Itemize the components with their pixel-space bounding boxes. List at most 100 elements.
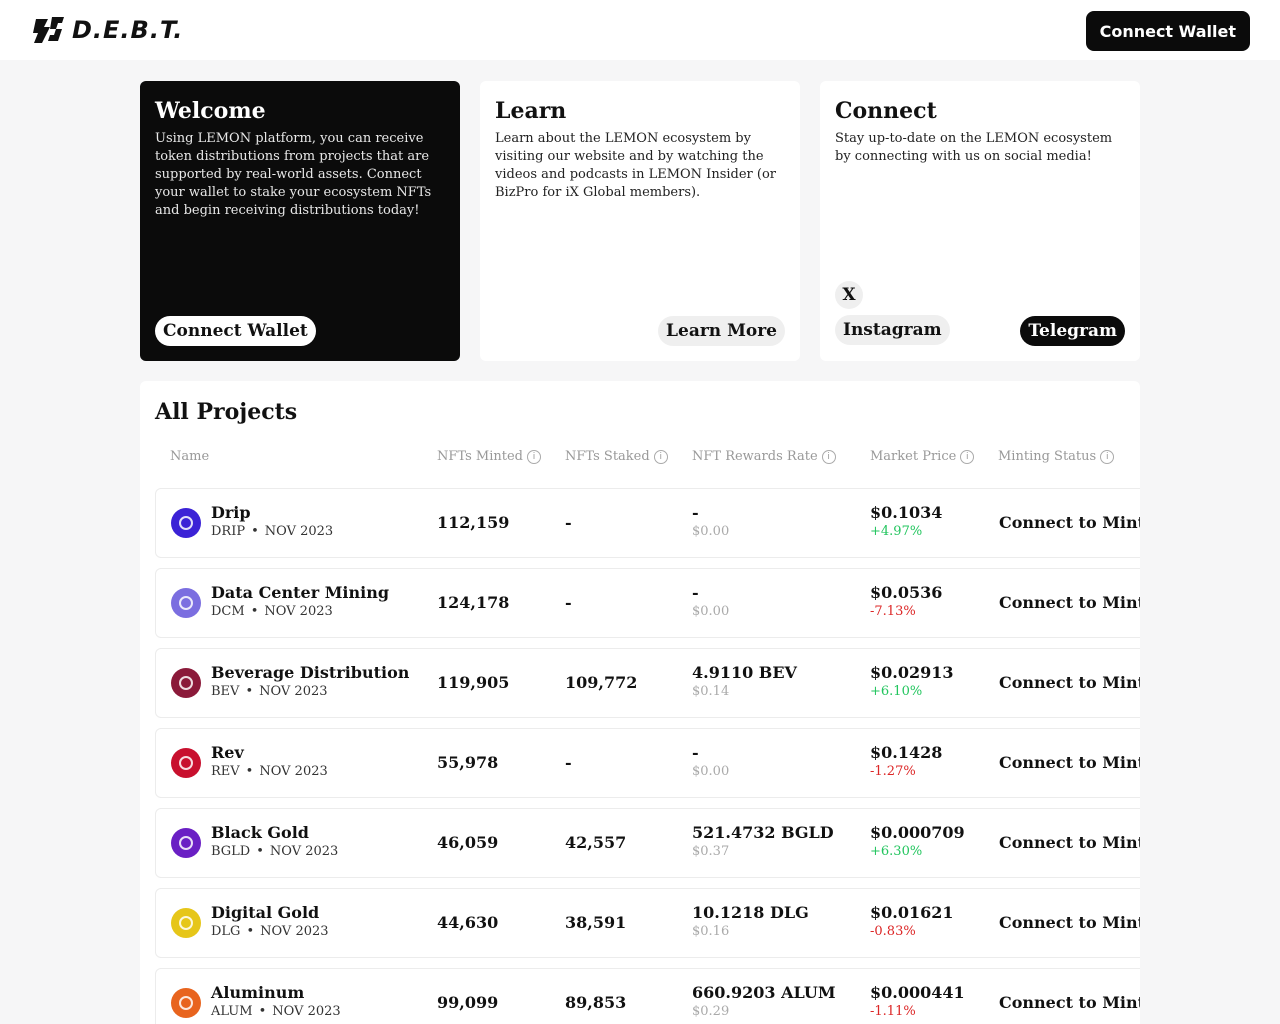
table-row[interactable]: Digital Gold DLG • NOV 2023 44,630 38,591 10.1…	[155, 888, 1140, 958]
project-symbol: DCM	[211, 604, 245, 619]
coin-ring-icon	[179, 836, 193, 850]
meta-separator: •	[245, 764, 254, 779]
table-row[interactable]: Beverage Distribution BEV • NOV 2023 119,905…	[155, 648, 1140, 718]
market-price-value: $0.0536	[870, 583, 943, 602]
top-bar: D.E.B.T. Connect Wallet	[0, 0, 1280, 60]
meta-separator: •	[258, 1004, 267, 1019]
info-icon[interactable]: i	[653, 449, 668, 464]
telegram-button[interactable]: Telegram	[1020, 316, 1125, 346]
project-date: NOV 2023	[260, 924, 329, 939]
info-icon[interactable]: i	[960, 449, 975, 464]
project-name: Black Gold	[211, 823, 309, 842]
project-meta: ALUM • NOV 2023	[211, 1004, 341, 1019]
col-price-header: Market Price i	[870, 449, 975, 464]
nfts-minted-value: 99,099	[437, 993, 499, 1012]
project-date: NOV 2023	[264, 604, 333, 619]
rewards-rate-usd: $0.00	[692, 764, 730, 779]
price-change: -7.13%	[870, 604, 916, 619]
table-row[interactable]: Rev REV • NOV 2023 55,978 - - $0.00 $0.1428 -1.27…	[155, 728, 1140, 798]
nfts-minted-value: 112,159	[437, 513, 510, 532]
project-name: Data Center Mining	[211, 583, 390, 602]
info-icon[interactable]: i	[527, 449, 542, 464]
logo-text: D.E.B.T.	[72, 16, 184, 44]
col-rewards-header: NFT Rewards Rate i	[692, 449, 836, 464]
table-row[interactable]: Black Gold BGLD • NOV 2023 46,059 42,557 521.4…	[155, 808, 1140, 878]
nfts-staked-value: 38,591	[565, 913, 627, 932]
rewards-rate-usd: $0.16	[692, 924, 730, 939]
x-social-button[interactable]: X	[835, 281, 863, 309]
market-price-value: $0.02913	[870, 663, 954, 682]
col-staked-header: NFTs Staked i	[565, 449, 668, 464]
rewards-rate-value: -	[692, 583, 699, 602]
project-meta: DCM • NOV 2023	[211, 604, 333, 619]
learn-more-button[interactable]: Learn More	[658, 316, 785, 346]
nfts-minted-value: 46,059	[437, 833, 499, 852]
meta-separator: •	[245, 684, 254, 699]
info-icon[interactable]: i	[1100, 449, 1115, 464]
rewards-rate-usd: $0.37	[692, 844, 730, 859]
connect-to-mint-button[interactable]: Connect to Mint	[999, 673, 1140, 692]
market-price-value: $0.1428	[870, 743, 943, 762]
nfts-staked-value: 109,772	[565, 673, 638, 692]
price-change: +6.10%	[870, 684, 923, 699]
meta-separator: •	[246, 924, 255, 939]
meta-separator: •	[251, 524, 259, 539]
welcome-body: Using LEMON platform, you can receive to…	[155, 131, 432, 218]
connect-to-mint-button[interactable]: Connect to Mint	[999, 833, 1140, 852]
table-row[interactable]: Drip DRIP • NOV 2023 112,159 - - $0.00 $0.1034 +4…	[155, 488, 1140, 558]
welcome-connect-wallet-button[interactable]: Connect Wallet	[155, 316, 316, 346]
col-price-label: Market Price	[870, 449, 957, 464]
connect-body: Stay up-to-date on the LEMON ecosystem b…	[835, 131, 1113, 164]
rewards-rate-value: 521.4732 BGLD	[692, 823, 834, 842]
coin-ring-icon	[179, 916, 193, 930]
project-coin-icon	[171, 908, 201, 938]
nfts-staked-value: 42,557	[565, 833, 627, 852]
connect-to-mint-button[interactable]: Connect to Mint	[999, 913, 1140, 932]
connect-to-mint-button[interactable]: Connect to Mint	[999, 593, 1140, 612]
coin-ring-icon	[179, 516, 193, 530]
col-staked-label: NFTs Staked	[565, 449, 650, 464]
nfts-staked-value: 89,853	[565, 993, 627, 1012]
coin-ring-icon	[179, 596, 193, 610]
connect-card: Connect Stay up-to-date on the LEMON eco…	[820, 81, 1140, 361]
instagram-button[interactable]: Instagram	[835, 315, 950, 345]
col-status-header: Minting Status i	[998, 449, 1115, 464]
meta-separator: •	[256, 844, 264, 859]
coin-ring-icon	[179, 676, 193, 690]
project-meta: BGLD • NOV 2023	[211, 844, 338, 859]
connect-to-mint-button[interactable]: Connect to Mint	[999, 993, 1140, 1012]
rewards-rate-value: -	[692, 743, 699, 762]
table-row[interactable]: Aluminum ALUM • NOV 2023 99,099 89,853 660.920…	[155, 968, 1140, 1024]
table-row[interactable]: Data Center Mining DCM • NOV 2023 124,178 - - $…	[155, 568, 1140, 638]
logo-icon	[33, 17, 64, 43]
col-minted-label: NFTs Minted	[437, 449, 524, 464]
rewards-rate-value: 10.1218 DLG	[692, 903, 809, 922]
market-price-value: $0.1034	[870, 503, 943, 522]
project-coin-icon	[171, 588, 201, 618]
nfts-staked-value: -	[565, 593, 572, 612]
rewards-rate-value: 660.9203 ALUM	[692, 983, 836, 1002]
project-coin-icon	[171, 748, 201, 778]
project-meta: DRIP • NOV 2023	[211, 524, 333, 539]
project-date: NOV 2023	[269, 844, 339, 859]
learn-card: Learn Learn about the LEMON ecosystem by…	[480, 81, 800, 361]
market-price-value: $0.000709	[870, 823, 965, 842]
price-change: -1.27%	[870, 764, 916, 779]
header-connect-wallet-button[interactable]: Connect Wallet	[1085, 11, 1250, 51]
learn-title: Learn	[495, 98, 567, 124]
nfts-staked-value: -	[565, 753, 572, 772]
project-date: NOV 2023	[272, 1004, 341, 1019]
info-icon[interactable]: i	[821, 449, 836, 464]
project-coin-icon	[171, 988, 201, 1018]
connect-to-mint-button[interactable]: Connect to Mint	[999, 513, 1140, 532]
project-name: Drip	[211, 503, 251, 522]
coin-ring-icon	[179, 996, 193, 1010]
welcome-card: Welcome Using LEMON platform, you can re…	[140, 81, 460, 361]
connect-to-mint-button[interactable]: Connect to Mint	[999, 753, 1140, 772]
project-symbol: DRIP	[211, 524, 246, 539]
project-meta: DLG • NOV 2023	[211, 924, 329, 939]
welcome-title: Welcome	[155, 98, 266, 124]
rewards-rate-usd: $0.00	[692, 604, 730, 619]
projects-panel: All Projects Name NFTs Minted i NFTs Sta…	[140, 381, 1140, 1024]
logo[interactable]: D.E.B.T.	[32, 14, 183, 46]
